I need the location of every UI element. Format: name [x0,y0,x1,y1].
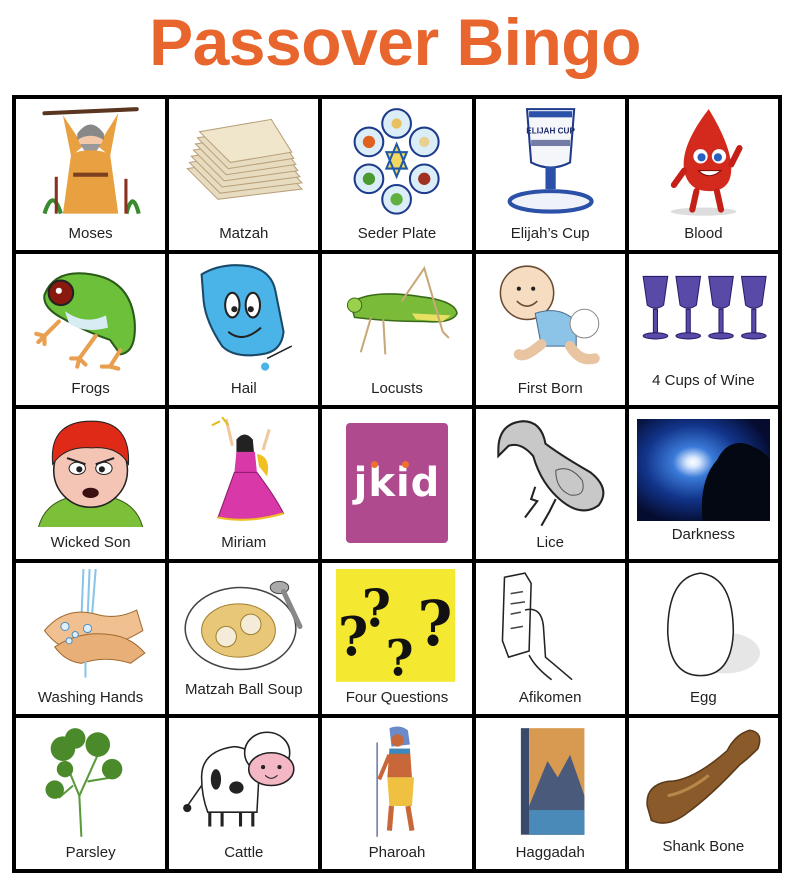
cell-label: Moses [68,224,113,242]
washing-hands-icon [24,569,157,682]
parsley-icon [24,724,157,837]
jkid-dot-1 [370,461,378,469]
locust-icon [330,260,463,373]
bingo-cell-frogs[interactable]: Frogs [16,253,166,405]
bingo-cell-cattle[interactable]: Cattle [169,718,319,869]
page-title: Passover Bingo [149,5,641,79]
hand-holding-matzah-icon [484,569,617,682]
bingo-cell-afikomen[interactable]: Afikomen [475,563,625,715]
cell-label: Washing Hands [37,689,144,707]
cell-label: Cattle [224,844,264,861]
cell-label: Haggadah [515,844,585,861]
cell-label: Wicked Son [50,534,131,552]
bingo-cell-lice[interactable]: Lice [475,408,625,560]
cell-label: Lice [536,534,564,552]
elijahs-cup-icon: ELIJAH CUP [484,105,617,218]
bingo-cell-shank-bone[interactable]: Shank Bone [628,718,778,869]
bingo-cell-locusts[interactable]: Locusts [322,253,472,405]
bingo-cell-haggadah[interactable]: Haggadah [475,718,625,869]
cell-label: Locusts [371,379,423,397]
cell-label: Frogs [71,379,110,397]
frog-icon [24,260,157,373]
cell-label: Miriam [221,534,267,552]
bingo-cell-moses[interactable]: Moses [16,99,166,250]
dancing-woman-icon [177,415,310,528]
svg-text:?: ? [418,588,453,660]
bingo-cell-darkness[interactable]: Darkness [628,408,778,560]
cell-label: First Born [517,379,583,397]
free-space-cell[interactable]: jkid [322,408,472,560]
cell-label: 4 Cups of Wine [652,371,755,389]
soup-bowl-icon [177,569,310,682]
blood-drop-icon [637,105,770,218]
cell-label: Hail [230,379,257,397]
svg-text:?: ? [386,631,414,682]
bingo-board: Moses Matzah Seder Plate ELIJAH CUP Elij… [12,95,782,873]
cell-label: Shank Bone [662,838,745,855]
bingo-cell-hail[interactable]: Hail [169,253,319,405]
bingo-cell-egg[interactable]: Egg [628,563,778,715]
bingo-cell-elijahs-cup[interactable]: ELIJAH CUP Elijah’s Cup [475,99,625,250]
bingo-cell-miriam[interactable]: Miriam [169,408,319,560]
louse-icon [484,415,617,528]
matzah-icon [177,105,310,218]
cell-label: Matzah [219,224,269,242]
bingo-cell-4-cups-of-wine[interactable]: 4 Cups of Wine [628,253,778,405]
cell-label: Afikomen [518,689,582,707]
bone-icon [637,724,770,837]
cow-icon [177,724,310,837]
cell-label: Elijah’s Cup [510,224,590,242]
wine-glasses-icon [637,260,770,373]
bingo-cell-wicked-son[interactable]: Wicked Son [16,408,166,560]
bingo-cell-matzah-ball-soup[interactable]: Matzah Ball Soup [169,563,319,715]
bingo-cell-washing-hands[interactable]: Washing Hands [16,563,166,715]
angry-boy-icon [24,415,157,528]
cell-label: Parsley [65,844,116,861]
cell-label: Matzah Ball Soup [185,681,303,699]
bingo-cell-pharoah[interactable]: Pharoah [322,718,472,869]
jkid-logo-icon: jkid [346,422,448,544]
jkid-logo-text: jkid [353,459,441,506]
book-icon [484,724,617,837]
pharaoh-icon [330,724,463,837]
moses-icon [24,105,157,218]
bingo-cell-parsley[interactable]: Parsley [16,718,166,869]
cell-label: Darkness [671,526,736,544]
baby-icon [484,260,617,373]
seder-plate-icon [330,105,463,218]
bingo-cell-blood[interactable]: Blood [628,99,778,250]
bingo-cell-matzah[interactable]: Matzah [169,99,319,250]
egg-icon [637,569,770,682]
night-sky-icon [636,418,770,522]
hail-icon [177,260,310,373]
bingo-cell-seder-plate[interactable]: Seder Plate [322,99,472,250]
jkid-logo: jkid [346,422,448,544]
cell-label: Egg [690,689,717,707]
bingo-cell-first-born[interactable]: First Born [475,253,625,405]
cup-inscription: ELIJAH CUP [526,127,575,136]
question-marks-icon: ? ? ? ? [336,569,456,683]
cell-label: Pharoah [368,844,426,861]
cell-label: Blood [684,224,723,242]
bingo-cell-four-questions[interactable]: ? ? ? ? Four Questions [322,563,472,715]
svg-text:?: ? [362,579,391,639]
cell-label: Seder Plate [357,224,437,242]
cell-label: Four Questions [345,689,449,707]
